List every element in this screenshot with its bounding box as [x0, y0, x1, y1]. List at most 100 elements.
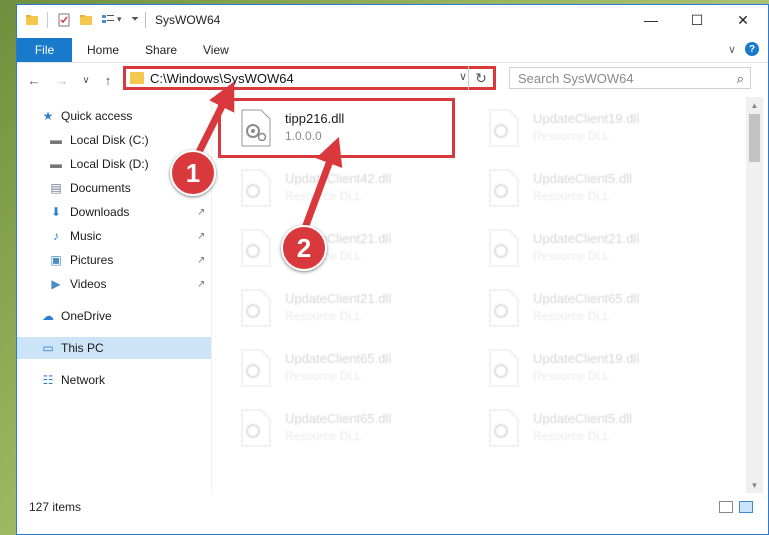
- maximize-button[interactable]: ☐: [674, 5, 720, 35]
- sidebar-item-label: Music: [70, 229, 102, 243]
- file-explorer-window: ▾ ⏷ SysWOW64 — ☐ ✕ File Home Share View …: [16, 4, 769, 535]
- up-button[interactable]: ↑: [99, 71, 117, 89]
- sidebar-item-label: Network: [61, 373, 106, 387]
- sidebar-item-label: OneDrive: [61, 309, 112, 323]
- file-type: Resource DLL: [533, 129, 610, 143]
- sidebar-item-local-disk-c[interactable]: ▬ Local Disk (C:): [17, 129, 211, 151]
- scroll-down-icon[interactable]: ▼: [746, 477, 763, 493]
- pin-icon: ↗: [197, 206, 206, 218]
- pictures-icon: ▣: [50, 253, 62, 267]
- sidebar-item-music[interactable]: ♪ Music ↗: [17, 225, 211, 247]
- file-name: UpdateClient5.dll: [533, 411, 633, 426]
- file-item[interactable]: UpdateClient21.dll Resource DLL: [481, 223, 711, 279]
- file-type: Resource DLL: [285, 309, 362, 323]
- file-name: UpdateClient19.dll: [533, 351, 640, 366]
- videos-icon: ▶: [51, 277, 61, 291]
- new-folder-icon[interactable]: [79, 13, 93, 27]
- file-item[interactable]: UpdateClient65.dll Resource DLL: [481, 283, 711, 339]
- tab-home[interactable]: Home: [87, 38, 119, 62]
- properties-icon[interactable]: [57, 13, 71, 27]
- pin-icon: ↗: [197, 278, 206, 290]
- refresh-icon[interactable]: ↻: [468, 66, 493, 90]
- file-type: Resource DLL: [533, 309, 610, 323]
- file-item[interactable]: UpdateClient65.dll Resource DLL: [233, 343, 463, 399]
- scroll-up-icon[interactable]: ▲: [746, 97, 763, 113]
- pin-icon: ↗: [197, 254, 206, 266]
- sidebar-item-label: Documents: [70, 181, 131, 195]
- chevron-down-icon[interactable]: ▾: [117, 14, 131, 28]
- file-item[interactable]: UpdateClient5.dll Resource DLL: [481, 163, 711, 219]
- file-item[interactable]: UpdateClient5.dll Resource DLL: [481, 403, 711, 459]
- dll-file-icon: [241, 409, 271, 447]
- step-marker-1: 1: [170, 150, 216, 196]
- tiles-view-icon[interactable]: [739, 501, 753, 513]
- file-type: Resource DLL: [533, 369, 610, 383]
- drive-icon: ▬: [50, 133, 62, 147]
- sidebar-item-label: Downloads: [70, 205, 130, 219]
- search-placeholder: Search SysWOW64: [518, 71, 634, 86]
- customize-quick-access-icon[interactable]: ⏷: [131, 14, 145, 28]
- file-item[interactable]: UpdateClient21.dll Resource DLL: [233, 283, 463, 339]
- file-name: UpdateClient65.dll: [533, 291, 640, 306]
- help-icon[interactable]: ?: [745, 42, 759, 56]
- file-name: UpdateClient65.dll: [285, 411, 392, 426]
- expand-ribbon-icon[interactable]: ∨: [725, 42, 739, 56]
- search-input[interactable]: Search SysWOW64 ⌕: [509, 67, 751, 89]
- title-bar: ▾ ⏷ SysWOW64 — ☐ ✕: [17, 5, 768, 35]
- step-marker-2: 2: [281, 225, 327, 271]
- sidebar-item-network[interactable]: ☷ Network: [17, 369, 211, 391]
- file-type: Resource DLL: [285, 429, 362, 443]
- status-bar: 127 items: [17, 495, 768, 521]
- file-item[interactable]: UpdateClient19.dll Resource DLL: [481, 103, 711, 159]
- file-name: UpdateClient5.dll: [533, 171, 633, 186]
- forward-button[interactable]: →: [53, 71, 71, 89]
- dll-file-icon: [489, 409, 519, 447]
- file-type: Resource DLL: [533, 429, 610, 443]
- back-button[interactable]: ←: [25, 71, 43, 89]
- tab-view[interactable]: View: [203, 38, 229, 62]
- recent-locations-button[interactable]: ∨: [77, 71, 95, 89]
- file-type: Resource DLL: [533, 189, 610, 203]
- file-type: Resource DLL: [533, 249, 610, 263]
- sidebar-item-pictures[interactable]: ▣ Pictures ↗: [17, 249, 211, 271]
- search-icon[interactable]: ⌕: [737, 71, 744, 87]
- sidebar-item-downloads[interactable]: ⬇ Downloads ↗: [17, 201, 211, 223]
- file-item[interactable]: UpdateClient21.dll Resource DLL: [233, 223, 463, 279]
- sidebar-item-this-pc[interactable]: ▭ This PC: [17, 337, 211, 359]
- folder-icon: [26, 15, 38, 25]
- item-count: 127 items: [29, 500, 82, 514]
- scroll-thumb[interactable]: [749, 114, 760, 162]
- pin-icon: ↗: [197, 230, 206, 242]
- title-divider: [145, 12, 146, 28]
- vertical-scrollbar[interactable]: ▲ ▼: [746, 97, 763, 493]
- file-item[interactable]: UpdateClient65.dll Resource DLL: [233, 403, 463, 459]
- minimize-button[interactable]: —: [628, 5, 674, 35]
- file-name: UpdateClient65.dll: [285, 351, 392, 366]
- details-view-icon[interactable]: [719, 501, 733, 513]
- address-path[interactable]: C:\Windows\SysWOW64: [150, 71, 294, 86]
- dll-file-icon: [489, 349, 519, 387]
- sidebar-item-label: Local Disk (C:): [70, 133, 149, 147]
- view-options-icon[interactable]: [101, 13, 115, 27]
- network-icon: ☷: [42, 373, 54, 387]
- navigation-bar: ← → ∨ ↑ C:\Windows\SysWOW64 ∨ ↻ Search S…: [17, 63, 768, 97]
- sidebar-item-label: This PC: [61, 341, 104, 355]
- file-item[interactable]: UpdateClient19.dll Resource DLL: [481, 343, 711, 399]
- file-name: UpdateClient42.dll: [285, 171, 392, 186]
- tab-share[interactable]: Share: [145, 38, 177, 62]
- sidebar-item-quick-access[interactable]: ★ Quick access: [17, 105, 211, 127]
- close-button[interactable]: ✕: [720, 5, 766, 35]
- file-name: UpdateClient21.dll: [533, 231, 640, 246]
- tab-file[interactable]: File: [17, 38, 72, 62]
- file-name: UpdateClient19.dll: [533, 111, 640, 126]
- sidebar-item-onedrive[interactable]: ☁ OneDrive: [17, 305, 211, 327]
- sidebar-item-videos[interactable]: ▶ Videos ↗: [17, 273, 211, 295]
- dll-file-icon: [489, 229, 519, 267]
- file-item[interactable]: UpdateClient42.dll Resource DLL: [233, 163, 463, 219]
- star-icon: ★: [42, 109, 54, 123]
- chevron-down-icon[interactable]: ∨: [459, 70, 467, 83]
- folder-icon: [130, 72, 144, 84]
- drive-icon: ▬: [50, 157, 62, 171]
- address-bar[interactable]: C:\Windows\SysWOW64 ∨ ↻: [123, 66, 496, 90]
- file-type: Resource DLL: [285, 189, 362, 203]
